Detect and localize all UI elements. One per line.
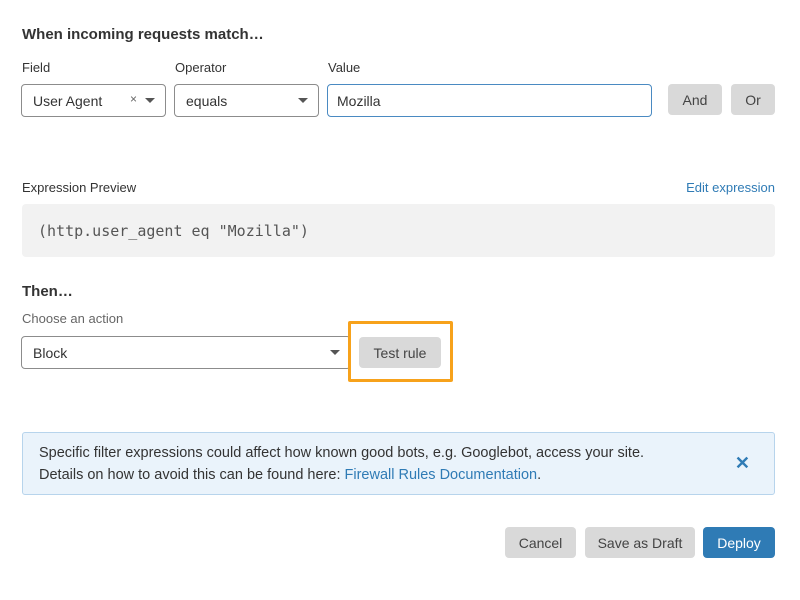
clear-icon[interactable]: × [130, 92, 137, 106]
field-label: Field [22, 60, 51, 75]
save-draft-button[interactable]: Save as Draft [585, 527, 695, 558]
value-label: Value [328, 60, 361, 75]
expression-preview-label: Expression Preview [22, 180, 137, 195]
action-select-value: Block [33, 344, 68, 361]
and-button[interactable]: And [668, 84, 722, 115]
then-heading: Then… [22, 283, 73, 300]
chevron-down-icon [145, 98, 155, 103]
edit-expression-link[interactable]: Edit expression [686, 180, 775, 195]
deploy-button[interactable]: Deploy [703, 527, 775, 558]
close-icon[interactable]: ✕ [735, 452, 750, 474]
chevron-down-icon [298, 98, 308, 103]
info-notice: Specific filter expressions could affect… [22, 432, 775, 495]
choose-action-label: Choose an action [22, 311, 124, 326]
cancel-button[interactable]: Cancel [505, 527, 576, 558]
or-button[interactable]: Or [731, 84, 775, 115]
action-select[interactable]: Block [21, 336, 351, 369]
notice-line-2: Details on how to avoid this can be foun… [39, 467, 542, 483]
firewall-docs-link[interactable]: Firewall Rules Documentation [345, 467, 538, 483]
field-select[interactable]: User Agent × [21, 84, 166, 117]
field-select-value: User Agent [33, 92, 103, 109]
operator-select-value: equals [186, 92, 228, 109]
value-input[interactable] [327, 84, 652, 117]
notice-line-1: Specific filter expressions could affect… [39, 445, 645, 461]
chevron-down-icon [330, 350, 340, 355]
operator-select[interactable]: equals [174, 84, 319, 117]
match-heading: When incoming requests match… [22, 26, 264, 43]
test-rule-highlight [348, 321, 453, 382]
operator-label: Operator [175, 60, 227, 75]
expression-preview: (http.user_agent eq "Mozilla") [22, 204, 775, 257]
